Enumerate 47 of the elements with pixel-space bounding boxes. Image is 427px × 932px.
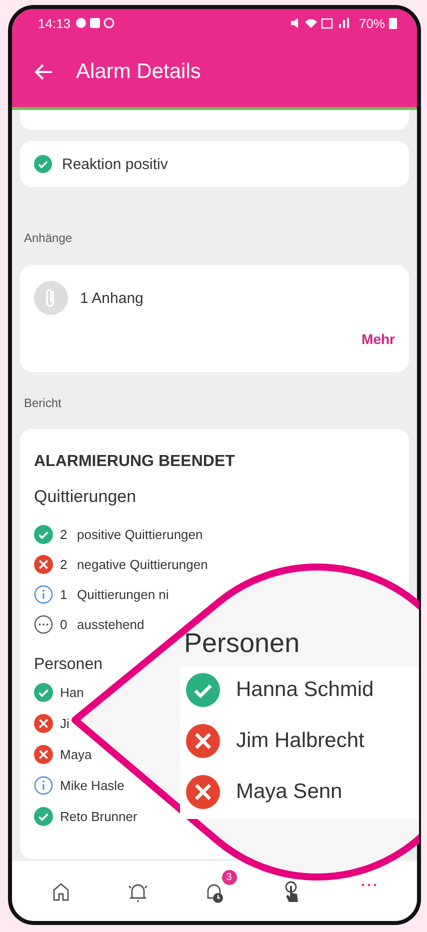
info-icon [34, 585, 53, 604]
acknowledgement-count: 0 [60, 617, 68, 632]
notification-icons [74, 17, 115, 29]
check-circle-icon [34, 806, 53, 826]
acknowledgement-label: positive Quittierungen [77, 527, 203, 542]
acknowledgement-count: 2 [60, 527, 68, 542]
person-name: Ji [60, 716, 70, 730]
check-circle-icon [34, 682, 53, 702]
person-name: Maya Senn [236, 780, 342, 804]
person-name: Mike Hasle [60, 778, 124, 792]
back-arrow-icon[interactable] [34, 62, 54, 82]
acknowledgement-label: ausstehend [77, 617, 144, 632]
battery-icon [389, 17, 397, 29]
section-label: Anhänge [24, 231, 72, 245]
report-title: ALARMIERUNG BEENDET [34, 453, 235, 471]
cross-circle-icon [34, 744, 53, 764]
status-time: 14:13 [38, 16, 71, 30]
acknowledgement-label: Quittierungen ni [77, 587, 169, 602]
paperclip-icon [34, 281, 68, 315]
notification-badge: 3 [222, 870, 236, 885]
dots-circle-icon [34, 615, 53, 634]
cross-circle-icon [186, 775, 220, 809]
check-circle-icon [34, 155, 52, 173]
acknowledgement-label: negative Quittierungen [77, 557, 208, 572]
section-label: Bericht [24, 396, 62, 410]
attachment-count: 1 Anhang [80, 290, 144, 306]
signal-icons [288, 17, 351, 29]
check-circle-icon [186, 673, 220, 707]
cross-circle-icon [186, 724, 220, 758]
person-name: Han [60, 684, 84, 700]
person-name: Maya [60, 746, 92, 762]
cross-circle-icon [34, 714, 53, 732]
person-name: Hanna Schmid [236, 678, 374, 702]
person-name: Jim Halbrecht [236, 729, 364, 753]
persons-heading: Personen [34, 656, 102, 674]
acknowledgement-count: 2 [60, 557, 68, 572]
acknowledgement-count: 1 [60, 587, 68, 602]
reaction-label: Reaktion positiv [62, 156, 168, 172]
info-icon [34, 776, 53, 794]
check-circle-icon [34, 525, 53, 544]
persons-heading: Personen [183, 628, 301, 659]
more-link[interactable]: Mehr [362, 331, 395, 347]
acknowledgements-heading: Quittierungen [34, 487, 136, 507]
person-name: Reto Brunner [60, 808, 138, 824]
screen-title: Alarm Details [76, 60, 201, 84]
cross-circle-icon [34, 555, 53, 574]
battery-level: 70% [358, 16, 385, 30]
